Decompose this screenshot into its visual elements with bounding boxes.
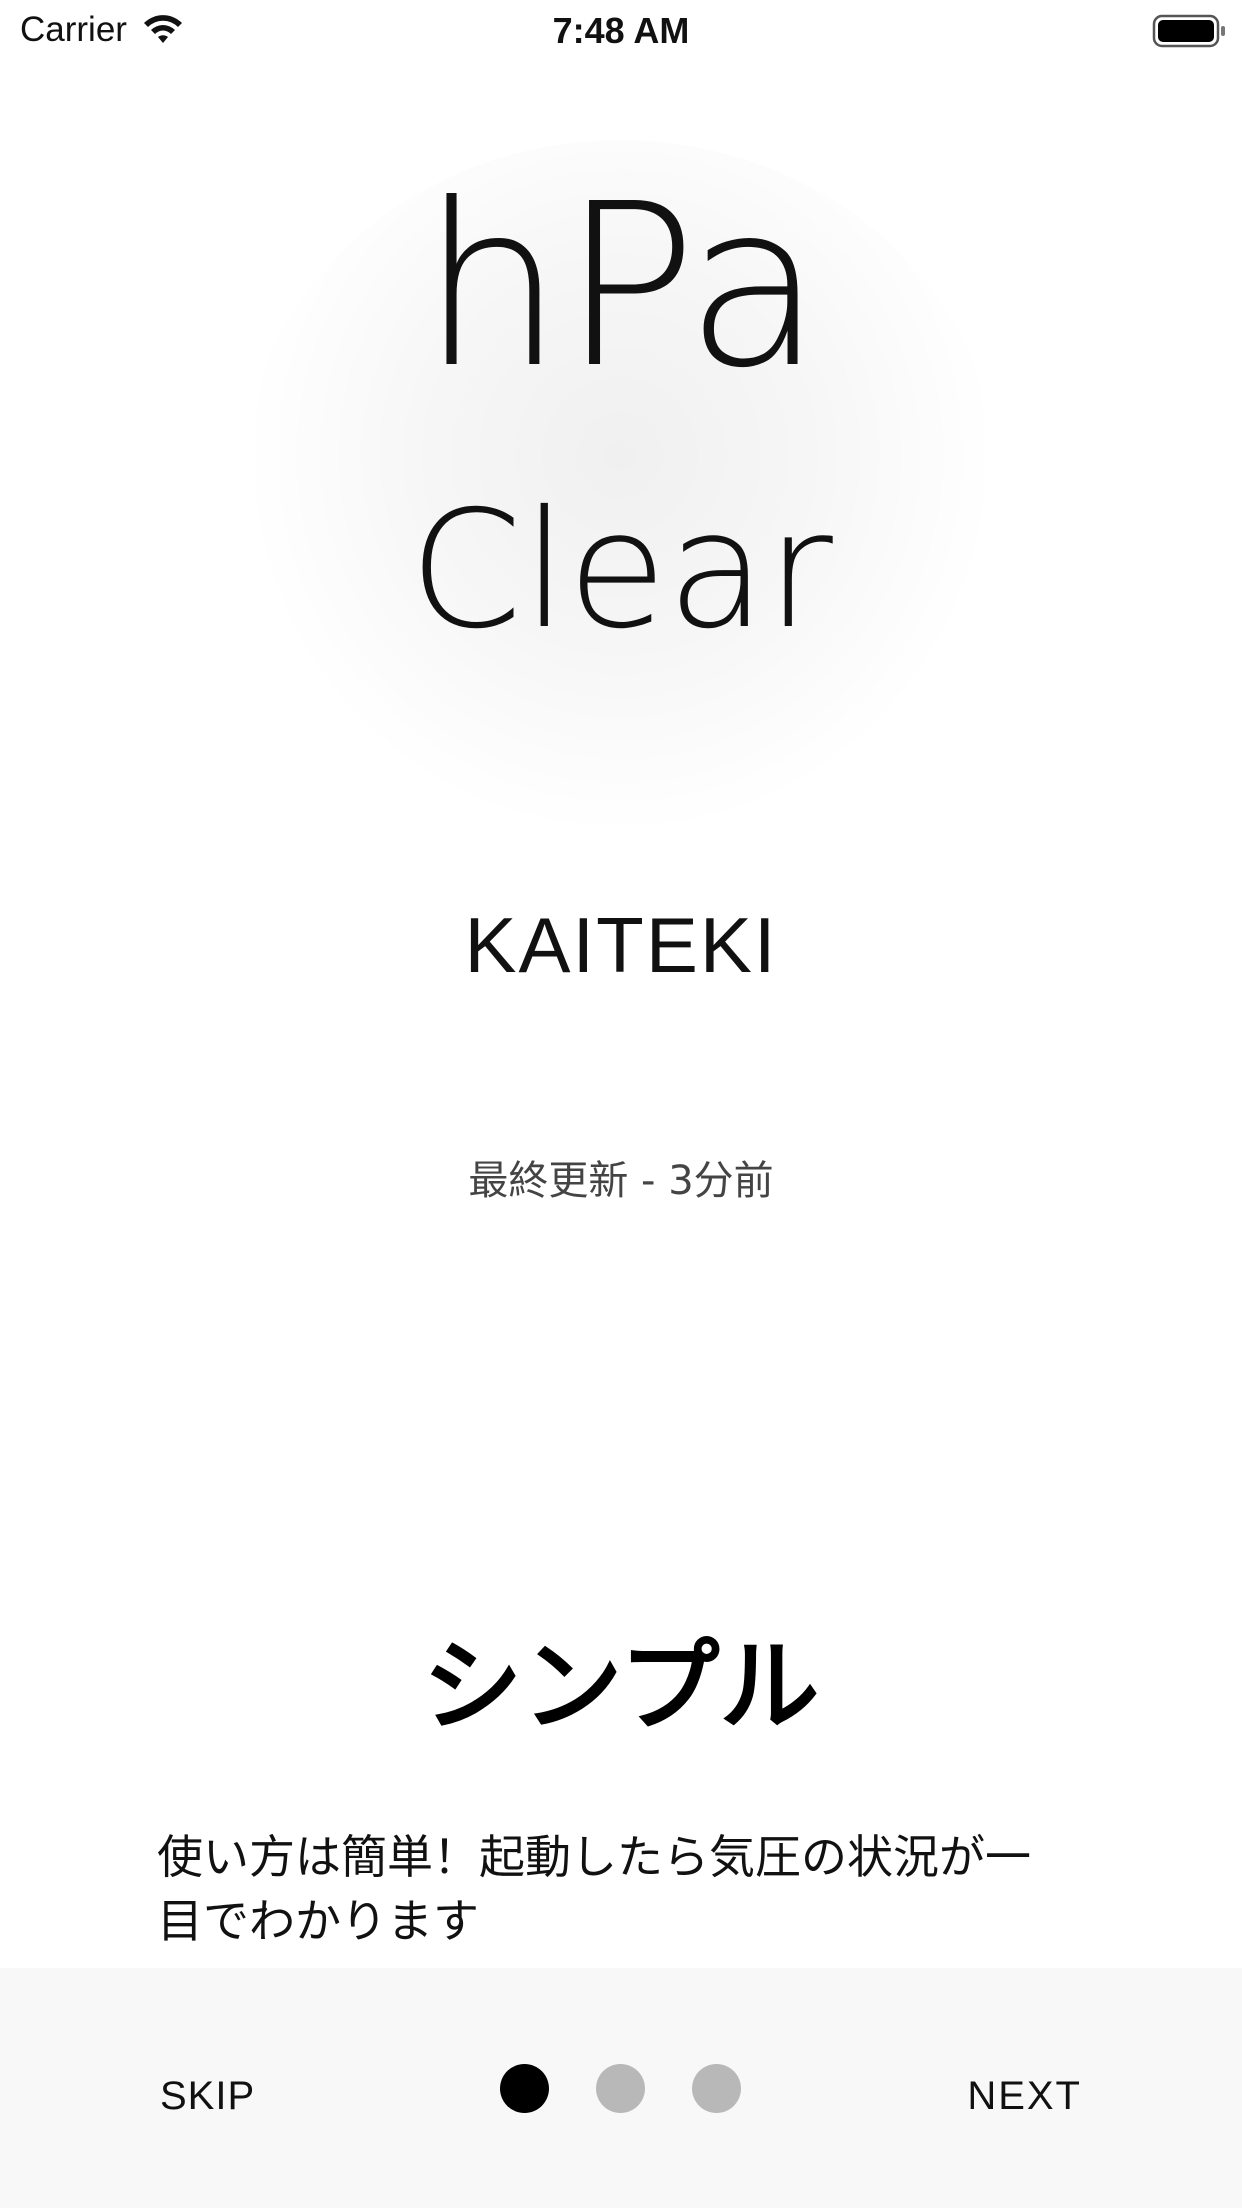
weather-condition-label: Clear [409,477,833,665]
skip-button[interactable]: SKIP [160,2066,320,2126]
page-indicator[interactable] [500,2064,742,2114]
page-dot-1[interactable] [500,2064,549,2113]
feature-title: シンプル [422,1628,820,1745]
pressure-unit-label: hPa [420,156,823,418]
status-bar: Carrier 7:48 AM [0,0,1242,62]
pressure-unit: hPa [0,175,1242,400]
feature-description: 使い方は簡単！起動したら気圧の状況が一 目でわかります [157,1825,1097,1953]
status-time: 7:48 AM [552,10,690,51]
page-dot-3[interactable] [692,2064,741,2113]
onboarding-bottom-bar: SKIP NEXT [0,1968,1242,2208]
last-updated-text: 最終更新 - 3分前 [468,1158,774,1204]
feature-description-line-1: 使い方は簡単！起動したら気圧の状況が一 [157,1830,1031,1884]
onboarding-screen: Carrier 7:48 AM hPa Clear KAITEKI 最終更新 -… [0,0,1242,2208]
page-dot-2[interactable] [596,2064,645,2113]
comfort-status: KAITEKI [464,901,778,989]
battery-icon [1152,14,1225,48]
next-button[interactable]: NEXT [922,2066,1082,2126]
feature-description-line-2: 目でわかります [157,1894,479,1948]
weather-condition: Clear [0,490,1242,652]
